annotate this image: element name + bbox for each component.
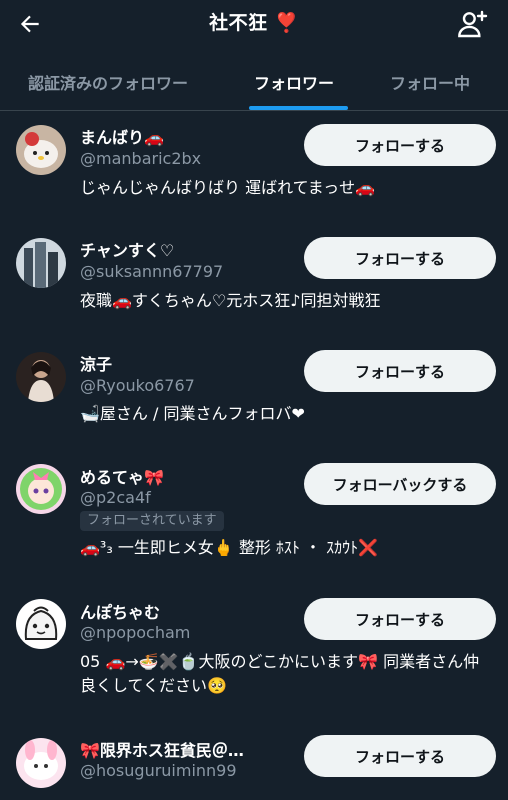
avatar[interactable] — [16, 352, 66, 402]
user-handle: @Ryouko6767 — [80, 376, 195, 395]
add-user-button[interactable] — [452, 4, 492, 44]
user-handle: @hosuguruiminn99 — [80, 761, 237, 780]
user-bio: じゃんじゃんばりばり 運ばれてまっせ🚗 — [80, 178, 376, 197]
tab-verified-followers[interactable]: 認証済みのフォロワー — [28, 70, 188, 94]
user-name[interactable]: 涼子 — [80, 351, 112, 375]
avatar[interactable] — [16, 238, 66, 288]
user-name[interactable]: まんばり🚗 — [80, 124, 164, 148]
follow-button[interactable]: フォローする — [304, 237, 496, 279]
avatar-image — [16, 125, 66, 175]
active-tab-indicator — [249, 106, 348, 110]
tab-bar: 認証済みのフォロワー フォロワー フォロー中 — [0, 54, 508, 111]
add-user-icon — [458, 10, 488, 38]
follow-button[interactable]: フォローする — [304, 735, 496, 777]
user-handle: @npopocham — [80, 623, 191, 642]
user-name[interactable]: んぽちゃむ — [80, 599, 160, 623]
follow-button[interactable]: フォローする — [304, 124, 496, 166]
user-name[interactable]: チャンすく♡ — [80, 237, 174, 261]
user-handle: @p2ca4f — [80, 488, 151, 507]
follow-back-button[interactable]: フォローバックする — [304, 463, 496, 505]
user-handle: @suksannn67797 — [80, 262, 224, 281]
avatar-image — [16, 238, 66, 288]
avatar[interactable] — [16, 125, 66, 175]
avatar[interactable] — [16, 599, 66, 649]
user-name[interactable]: 🎀限界ホス狂貧民＠… — [80, 737, 244, 761]
user-handle: @manbaric2bx — [80, 149, 202, 168]
avatar[interactable] — [16, 464, 66, 514]
avatar-image — [16, 738, 66, 788]
avatar[interactable] — [16, 738, 66, 788]
avatar-image — [16, 599, 66, 649]
tab-followers[interactable]: フォロワー — [254, 70, 334, 94]
follow-button[interactable]: フォローする — [304, 598, 496, 640]
user-bio: 夜職🚗すくちゃん♡元ホス狂♪同担対戦狂 — [80, 291, 381, 310]
follows-you-badge: フォローされています — [80, 511, 224, 531]
user-name[interactable]: めるてゃ🎀 — [80, 464, 164, 488]
avatar-image — [16, 464, 66, 514]
user-bio: 05 🚗→🍜✖️🍵大阪のどこかにいます🎀 同業者さん仲良くしてください🥺 — [80, 652, 480, 695]
tab-following[interactable]: フォロー中 — [390, 70, 470, 94]
avatar-image — [16, 352, 66, 402]
follow-button[interactable]: フォローする — [304, 350, 496, 392]
page-title: 社不狂 ❣️ — [209, 12, 299, 34]
user-bio: 🚗³₃ 一生即ヒメ女🖕 整形 ﾎｽﾄ ・ ｽｶｳﾄ❌ — [80, 538, 379, 557]
user-bio: 🛁屋さん / 同業さんフォロバ❤ — [80, 404, 305, 423]
top-bar: 社不狂 ❣️ — [0, 0, 508, 48]
